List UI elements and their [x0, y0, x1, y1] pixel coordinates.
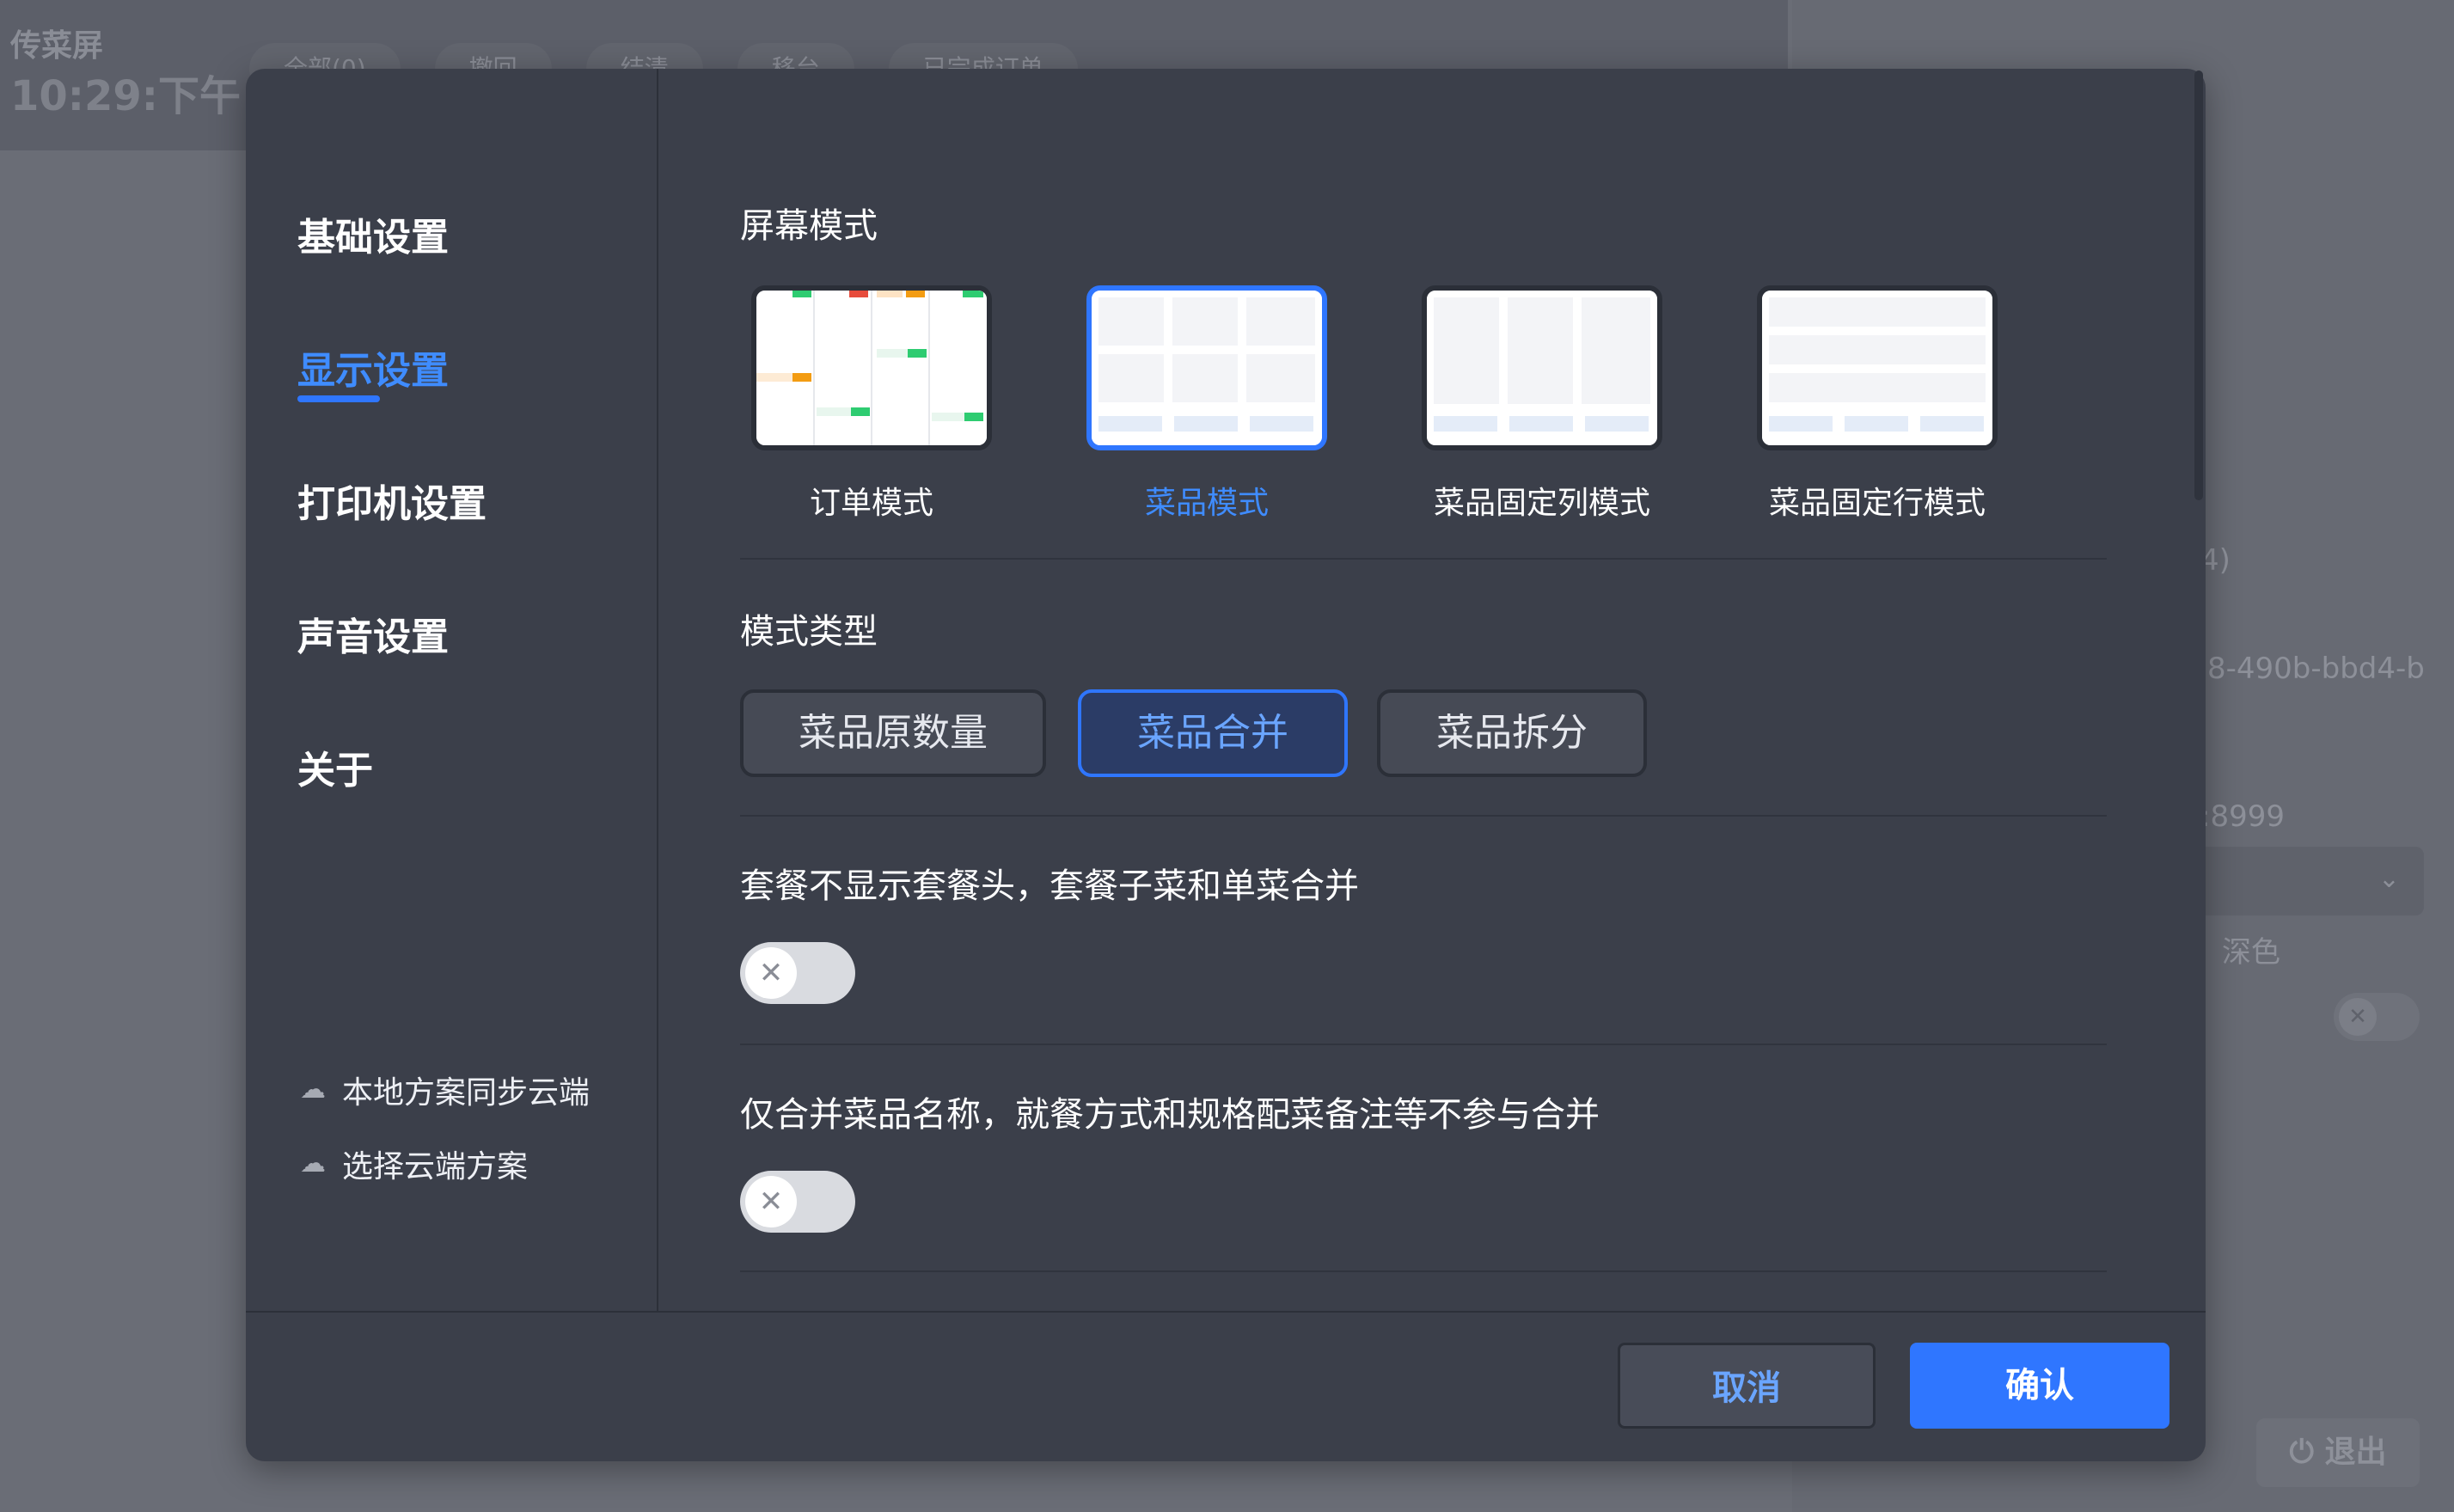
active-tab-indicator [297, 395, 380, 402]
background-text: 深色 [2222, 935, 2280, 970]
fixed-column-mode-preview-icon [1427, 291, 1657, 445]
mode-label-fixed-row[interactable]: 菜品固定行模式 [1731, 478, 2023, 523]
mode-label-dish[interactable]: 菜品模式 [1061, 478, 1353, 523]
power-icon: ⏻ [2289, 1435, 2314, 1470]
chevron-down-icon: ⌄ [2378, 864, 2400, 894]
mode-card-dish[interactable] [1086, 285, 1327, 450]
screen-mode-title: 屏幕模式 [740, 206, 878, 246]
background-logout-button: ⏻ 退出 [2256, 1418, 2420, 1487]
logout-label: 退出 [2324, 1435, 2387, 1470]
background-toggle: ✕ [2334, 993, 2420, 1041]
setting-name-only-merge-toggle[interactable]: ✕ [740, 1171, 855, 1233]
choose-cloud-plan-label: 选择云端方案 [342, 1149, 529, 1185]
fixed-row-mode-preview-icon [1762, 291, 1992, 445]
mode-card-fixed-column[interactable] [1422, 285, 1662, 450]
cloud-download-icon: ☁ [300, 1148, 326, 1178]
sidebar-item-about[interactable]: 关于 [297, 739, 373, 794]
sidebar-item-display-settings[interactable]: 显示设置 [297, 340, 449, 395]
sidebar-item-basic-settings[interactable]: 基础设置 [297, 206, 449, 261]
mode-card-order[interactable] [751, 285, 992, 450]
mode-type-merge-button[interactable]: 菜品合并 [1078, 689, 1348, 777]
close-icon: ✕ [745, 947, 797, 999]
mode-type-title: 模式类型 [740, 612, 878, 652]
section-divider [740, 815, 2107, 817]
background-clock: 10:29:下午 [10, 72, 241, 120]
sync-to-cloud-link[interactable]: ☁ 本地方案同步云端 [297, 1068, 590, 1112]
section-divider [740, 1270, 2107, 1272]
mode-type-split-button[interactable]: 菜品拆分 [1377, 689, 1647, 777]
cloud-upload-icon: ☁ [300, 1074, 326, 1105]
modal-scrollbar[interactable] [2194, 70, 2203, 500]
setting-combo-merge-label: 套餐不显示套餐头，套餐子菜和单菜合并 [740, 866, 1359, 906]
sidebar-item-sound-settings[interactable]: 声音设置 [297, 606, 449, 661]
background-text: 8-490b-bbd4-b [2207, 652, 2425, 686]
mode-card-fixed-row[interactable] [1757, 285, 1998, 450]
sidebar-item-printer-settings[interactable]: 打印机设置 [297, 473, 487, 528]
background-app-name: 传菜屏 [10, 28, 104, 64]
settings-content: 屏幕模式 订单模式 菜品模式 菜品固定列模式 菜品固定行模式 模式类型 菜品原数… [658, 69, 2206, 1311]
choose-cloud-plan-link[interactable]: ☁ 选择云端方案 [297, 1142, 528, 1186]
section-divider [740, 558, 2107, 560]
setting-name-only-merge-label: 仅合并菜品名称，就餐方式和规格配菜备注等不参与合并 [740, 1095, 1600, 1135]
dish-mode-preview-icon [1092, 291, 1322, 445]
confirm-button[interactable]: 确认 [1910, 1343, 2169, 1429]
setting-combo-merge-toggle[interactable]: ✕ [740, 942, 855, 1004]
section-divider [740, 1044, 2107, 1045]
cancel-button[interactable]: 取消 [1618, 1343, 1876, 1429]
order-mode-preview-icon [756, 291, 987, 445]
settings-sidebar: 基础设置 显示设置 打印机设置 声音设置 关于 ☁ 本地方案同步云端 ☁ 选择云… [246, 69, 658, 1311]
settings-modal: 基础设置 显示设置 打印机设置 声音设置 关于 ☁ 本地方案同步云端 ☁ 选择云… [246, 69, 2206, 1461]
sync-to-cloud-label: 本地方案同步云端 [342, 1075, 591, 1111]
mode-label-fixed-column[interactable]: 菜品固定列模式 [1396, 478, 1688, 523]
mode-type-original-quantity-button[interactable]: 菜品原数量 [740, 689, 1046, 777]
background-text: :8999 [2200, 799, 2285, 834]
close-icon: ✕ [2339, 998, 2377, 1036]
close-icon: ✕ [745, 1176, 797, 1227]
mode-label-order[interactable]: 订单模式 [725, 478, 1018, 523]
